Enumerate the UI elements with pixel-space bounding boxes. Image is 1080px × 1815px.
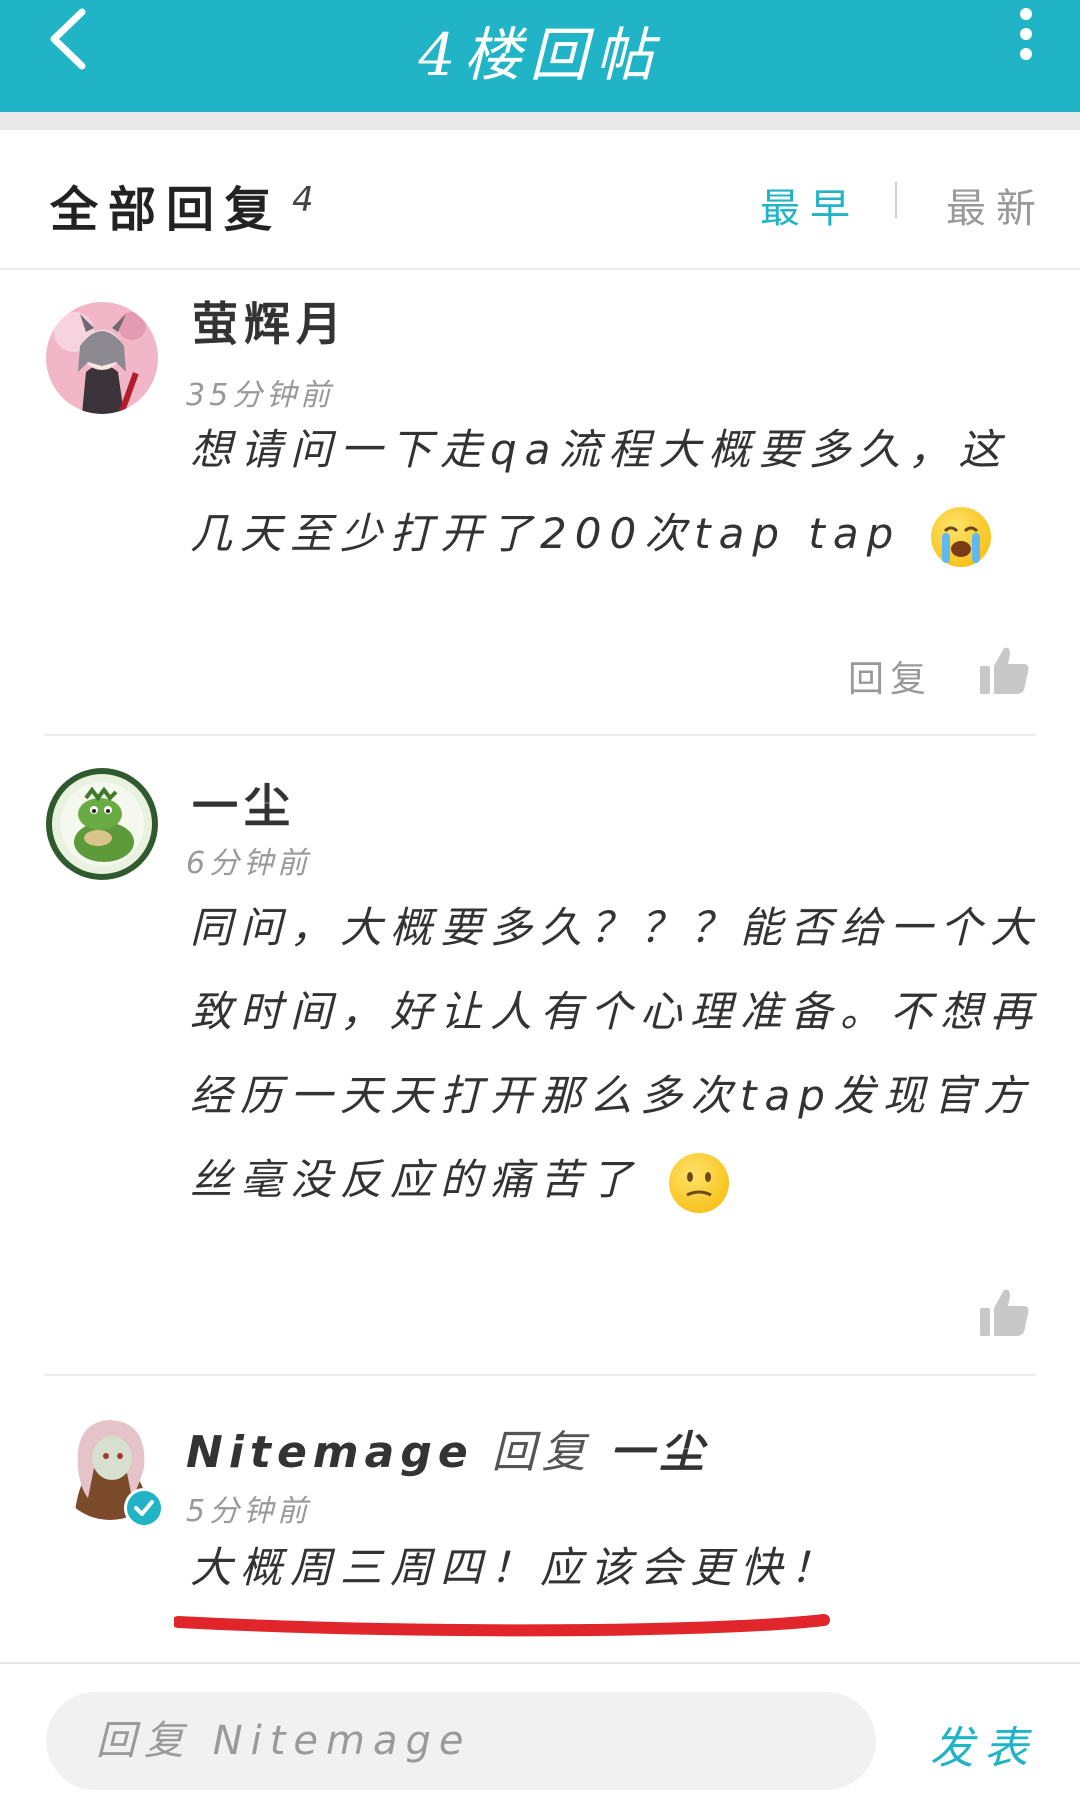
thumbs-up-icon[interactable]: [980, 1288, 1030, 1336]
confused-face-icon: [669, 1152, 730, 1213]
comment-author[interactable]: Nitemage: [186, 1427, 474, 1478]
thumbs-up-icon[interactable]: [980, 646, 1030, 694]
all-replies-title: 全部回复: [50, 182, 283, 238]
avatar[interactable]: [46, 302, 158, 414]
comment-text: 想请问一下走qa流程大概要多久，这几天至少打开了200次tap tap: [190, 425, 1009, 558]
send-button[interactable]: 发表: [930, 1712, 1038, 1776]
verified-badge-icon: [124, 1488, 164, 1528]
comment-author[interactable]: 萤辉月: [192, 288, 348, 354]
header-separator: [0, 112, 1080, 130]
avatar[interactable]: [46, 768, 158, 880]
reply-input[interactable]: [46, 1692, 876, 1790]
red-underline-annotation: [174, 1614, 830, 1637]
loudly-crying-face-icon: [930, 506, 991, 567]
replies-header: 全部回复 4 最早 最新: [0, 130, 1080, 270]
comment-time: 6分钟前: [186, 846, 312, 881]
top-bar: 4楼回帖: [0, 0, 1080, 112]
avatar-image: [46, 302, 158, 414]
comment-text: 同问，大概要多久？？？能否给一个大致时间，好让人有个心理准备。不想再经历一天天打…: [190, 903, 1041, 1204]
comment-time: 5分钟前: [186, 1494, 312, 1529]
avatar-image: [46, 768, 158, 880]
reply-bar: 发表: [0, 1662, 1080, 1815]
reply-header: Nitemage 回复 一尘: [186, 1416, 710, 1480]
comment-content: 想请问一下走qa流程大概要多久，这几天至少打开了200次tap tap: [190, 408, 1040, 576]
more-vertical-icon[interactable]: [1016, 8, 1036, 60]
sort-earliest-tab[interactable]: 最早: [760, 176, 860, 234]
page-title: 4楼回帖: [418, 21, 662, 89]
comment-item: 萤辉月 35分钟前 想请问一下走qa流程大概要多久，这几天至少打开了200次ta…: [0, 268, 1080, 738]
reply-word: 回复: [491, 1427, 592, 1478]
comment-content: 同问，大概要多久？？？能否给一个大致时间，好让人有个心理准备。不想再经历一天天打…: [190, 886, 1040, 1222]
comment-text: 大概周三周四！应该会更快！: [190, 1543, 841, 1592]
reply-count: 4: [292, 180, 314, 220]
reply-button[interactable]: 回复: [848, 650, 932, 702]
comment-item: 一尘 6分钟前 同问，大概要多久？？？能否给一个大致时间，好让人有个心理准备。不…: [0, 736, 1080, 1376]
sort-newest-tab[interactable]: 最新: [946, 176, 1046, 234]
reply-target[interactable]: 一尘: [610, 1427, 710, 1478]
sort-divider: [895, 182, 897, 218]
comment-author[interactable]: 一尘: [192, 770, 296, 836]
